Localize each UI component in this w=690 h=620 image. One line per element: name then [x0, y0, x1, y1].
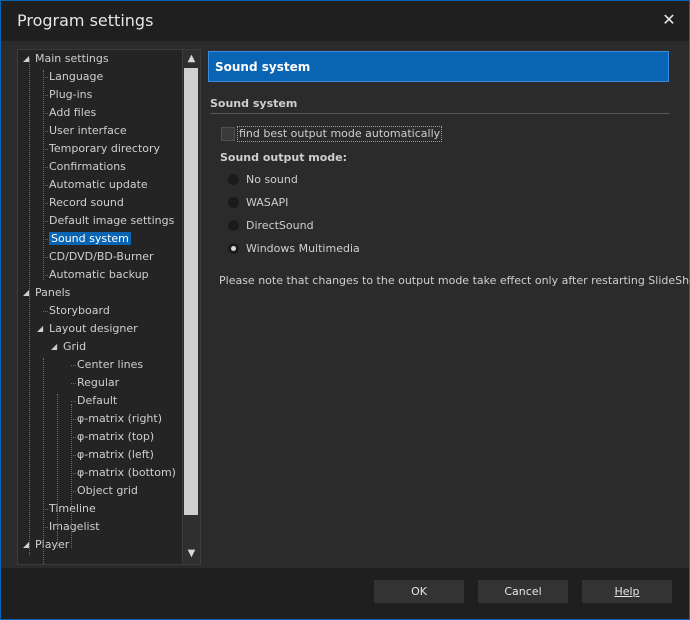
tree-item-label[interactable]: φ-matrix (bottom)	[77, 466, 176, 479]
tree-item[interactable]: Player	[35, 537, 69, 553]
tree-item-label[interactable]: Temporary directory	[49, 142, 160, 155]
tree-item-label[interactable]: φ-matrix (left)	[77, 448, 154, 461]
tree-guide-line	[29, 59, 30, 555]
tree-item-label[interactable]: Center lines	[77, 358, 143, 371]
tree-scrollbar[interactable]: ▲ ▼	[182, 50, 200, 564]
radio-label[interactable]: DirectSound	[246, 218, 314, 234]
title-bar: Program settings ✕	[1, 1, 689, 41]
tree-item[interactable]: Automatic update	[49, 177, 148, 193]
tree-item-label[interactable]: φ-matrix (top)	[77, 430, 154, 443]
tree-item-label[interactable]: Grid	[63, 340, 86, 353]
tree-item[interactable]: Sound system	[49, 231, 131, 247]
tree-guide-line	[71, 404, 72, 548]
tree-item[interactable]: Automatic backup	[49, 267, 149, 283]
tree-connector	[71, 401, 76, 402]
scroll-down-icon[interactable]: ▼	[183, 545, 200, 562]
tree-connector	[71, 365, 76, 366]
tree-item[interactable]: Panels	[35, 285, 70, 301]
tree-item[interactable]: φ-matrix (left)	[77, 447, 154, 463]
tree-item[interactable]: Add files	[49, 105, 96, 121]
tree-item-label[interactable]: Record sound	[49, 196, 124, 209]
tree-item[interactable]: Language	[49, 69, 103, 85]
window-title: Program settings	[17, 11, 154, 30]
tree-item[interactable]: CD/DVD/BD-Burner	[49, 249, 154, 265]
tree-item[interactable]: Record sound	[49, 195, 124, 211]
tree-item-label[interactable]: Default	[77, 394, 117, 407]
tree-item-label[interactable]: Confirmations	[49, 160, 126, 173]
scrollbar-thumb[interactable]	[184, 68, 198, 515]
tree-item[interactable]: φ-matrix (right)	[77, 411, 162, 427]
radio-label[interactable]: Windows Multimedia	[246, 241, 360, 257]
ok-button[interactable]: OK	[374, 580, 464, 603]
tree-item[interactable]: Confirmations	[49, 159, 126, 175]
section-header: Sound system	[208, 51, 669, 82]
scroll-up-icon[interactable]: ▲	[183, 50, 200, 67]
tree-item[interactable]: Grid	[63, 339, 86, 355]
help-button-label[interactable]: Help	[614, 585, 639, 598]
tree-item[interactable]: φ-matrix (top)	[77, 429, 154, 445]
dialog-body: Main settings ◢ Language Plug-ins Add files U…	[7, 41, 690, 568]
tree-item-label[interactable]: Automatic backup	[49, 268, 149, 281]
group-divider	[210, 113, 670, 114]
program-settings-window: Program settings ✕ Main settings ◢ Languag…	[0, 0, 690, 620]
help-button[interactable]: Help	[582, 580, 672, 603]
tree-item[interactable]: Default image settings	[49, 213, 174, 229]
tree-item-label[interactable]: Regular	[77, 376, 119, 389]
settings-content: Sound system Sound system find best outp…	[208, 51, 690, 563]
tree-item[interactable]: User interface	[49, 123, 127, 139]
tree-item-label[interactable]: Add files	[49, 106, 96, 119]
tree-item[interactable]: Default	[77, 393, 117, 409]
checkbox-box[interactable]	[221, 127, 235, 141]
tree-item[interactable]: Plug-ins	[49, 87, 92, 103]
radio-button[interactable]	[228, 220, 239, 231]
tree-item[interactable]: Temporary directory	[49, 141, 160, 157]
restart-note: Please note that changes to the output m…	[219, 274, 690, 287]
tree-item[interactable]: φ-matrix (bottom)	[77, 465, 176, 481]
tree-item[interactable]: Center lines	[77, 357, 143, 373]
tree-item[interactable]: Regular	[77, 375, 119, 391]
tree-item[interactable]: Storyboard	[49, 303, 110, 319]
tree-item-label[interactable]: Player	[35, 538, 69, 551]
dialog-footer: OK Cancel Help	[1, 568, 689, 619]
tree-guide-line	[43, 358, 44, 564]
tree-item-label[interactable]: Panels	[35, 286, 70, 299]
tree-item-label[interactable]: User interface	[49, 124, 127, 137]
tree-item-label[interactable]: φ-matrix (right)	[77, 412, 162, 425]
tree-item-label[interactable]: Language	[49, 70, 103, 83]
group-title: Sound system	[210, 97, 298, 110]
tree-item-label[interactable]: Automatic update	[49, 178, 148, 191]
tree-expander-icon[interactable]: ◢	[37, 324, 43, 333]
tree-item-label[interactable]: Plug-ins	[49, 88, 92, 101]
tree-item[interactable]: Main settings	[35, 51, 109, 67]
checkbox-label[interactable]: find best output mode automatically	[237, 126, 443, 142]
tree-item-label[interactable]: Sound system	[49, 232, 131, 245]
tree-connector	[43, 311, 48, 312]
cancel-button[interactable]: Cancel	[478, 580, 568, 603]
output-mode-title: Sound output mode:	[220, 151, 348, 164]
radio-label[interactable]: WASAPI	[246, 195, 288, 211]
radio-button[interactable]	[228, 174, 239, 185]
tree-expander-icon[interactable]: ◢	[51, 342, 57, 351]
tree-item[interactable]: Object grid	[77, 483, 138, 499]
radio-button[interactable]	[228, 197, 239, 208]
radio-label[interactable]: No sound	[246, 172, 298, 188]
tree-item-label[interactable]: Default image settings	[49, 214, 174, 227]
tree-item-label[interactable]: Main settings	[35, 52, 109, 65]
tree-connector	[71, 383, 76, 384]
tree-guide-line	[43, 70, 44, 280]
close-icon[interactable]: ✕	[659, 10, 679, 30]
tree-item-label[interactable]: Object grid	[77, 484, 138, 497]
tree-item[interactable]: Layout designer	[49, 321, 138, 337]
settings-tree: Main settings ◢ Language Plug-ins Add files U…	[17, 49, 201, 565]
tree-item-label[interactable]: Layout designer	[49, 322, 138, 335]
tree-guide-line	[57, 394, 58, 548]
radio-button[interactable]	[228, 243, 239, 254]
tree-item-label[interactable]: CD/DVD/BD-Burner	[49, 250, 154, 263]
tree-item-label[interactable]: Storyboard	[49, 304, 110, 317]
